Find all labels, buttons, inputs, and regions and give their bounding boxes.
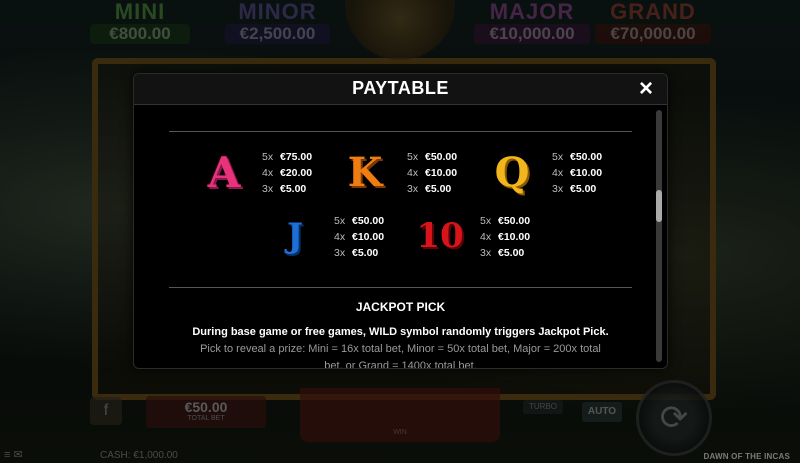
divider	[169, 131, 632, 132]
symbol-k-glyph: K	[347, 148, 383, 196]
pay-amount: €5.00	[570, 183, 597, 195]
jackpot-pick-description: During base game or free games, WILD sym…	[192, 326, 609, 338]
pay-mult: 4x	[407, 167, 419, 179]
pay-amount: €5.00	[425, 183, 452, 195]
pay-amount: €5.00	[280, 183, 307, 195]
symbol-10-glyph: 10	[416, 216, 464, 256]
pay-mult: 5x	[480, 215, 492, 227]
symbol-10-icon: 10	[412, 208, 468, 264]
jackpot-pick-prizes-continued: bet, or Grand = 1400x total bet.	[324, 360, 477, 369]
pay-amount: €10.00	[352, 231, 385, 243]
pay-mult: 3x	[262, 183, 274, 195]
pay-mult: 5x	[262, 151, 274, 163]
symbol-q-icon: Q	[484, 144, 540, 200]
pay-amount: €50.00	[425, 151, 458, 163]
paytable-modal: PAYTABLE × A 5x €75.00 4x €20.00 3x €5.00 K…	[133, 73, 668, 369]
scrollbar[interactable]	[656, 110, 662, 362]
close-button[interactable]: ×	[633, 76, 659, 102]
scroll-thumb[interactable]	[656, 190, 662, 222]
symbol-a-glyph: A	[207, 147, 241, 197]
pay-amount: €10.00	[425, 167, 458, 179]
symbol-q-glyph: Q	[494, 148, 530, 196]
pay-amount: €5.00	[352, 247, 379, 259]
pay-amount: €20.00	[280, 167, 313, 179]
pay-mult: 5x	[552, 151, 564, 163]
pay-amount: €5.00	[498, 247, 525, 259]
pay-mult: 5x	[407, 151, 419, 163]
jackpot-pick-prizes: Pick to reveal a prize: Mini = 16x total…	[200, 343, 601, 355]
pay-mult: 4x	[552, 167, 564, 179]
symbol-j-glyph: J	[286, 216, 304, 256]
pay-amount: €10.00	[498, 231, 531, 243]
modal-title: PAYTABLE	[352, 78, 449, 98]
divider	[169, 287, 632, 288]
jackpot-pick-title: JACKPOT PICK	[355, 300, 446, 314]
symbol-k-pays: 5x €50.00 4x €10.00 3x €5.00	[407, 149, 457, 197]
pay-mult: 3x	[334, 247, 346, 259]
symbol-a-icon: A	[196, 144, 252, 200]
symbol-10-pays: 5x €50.00 4x €10.00 3x €5.00	[480, 213, 530, 261]
pay-mult: 3x	[480, 247, 492, 259]
symbol-j-pays: 5x €50.00 4x €10.00 3x €5.00	[334, 213, 384, 261]
pay-mult: 3x	[407, 183, 419, 195]
pay-mult: 3x	[552, 183, 564, 195]
modal-header: PAYTABLE ×	[134, 74, 667, 105]
pay-mult: 5x	[334, 215, 346, 227]
symbol-q-pays: 5x €50.00 4x €10.00 3x €5.00	[552, 149, 602, 197]
pay-mult: 4x	[334, 231, 346, 243]
pay-amount: €10.00	[570, 167, 603, 179]
pay-mult: 4x	[262, 167, 274, 179]
pay-amount: €50.00	[570, 151, 603, 163]
pay-mult: 4x	[480, 231, 492, 243]
pay-amount: €50.00	[352, 215, 385, 227]
symbol-j-icon: J	[267, 208, 323, 264]
pay-amount: €75.00	[280, 151, 313, 163]
symbol-k-icon: K	[337, 144, 393, 200]
pay-amount: €50.00	[498, 215, 531, 227]
symbol-a-pays: 5x €75.00 4x €20.00 3x €5.00	[262, 149, 312, 197]
